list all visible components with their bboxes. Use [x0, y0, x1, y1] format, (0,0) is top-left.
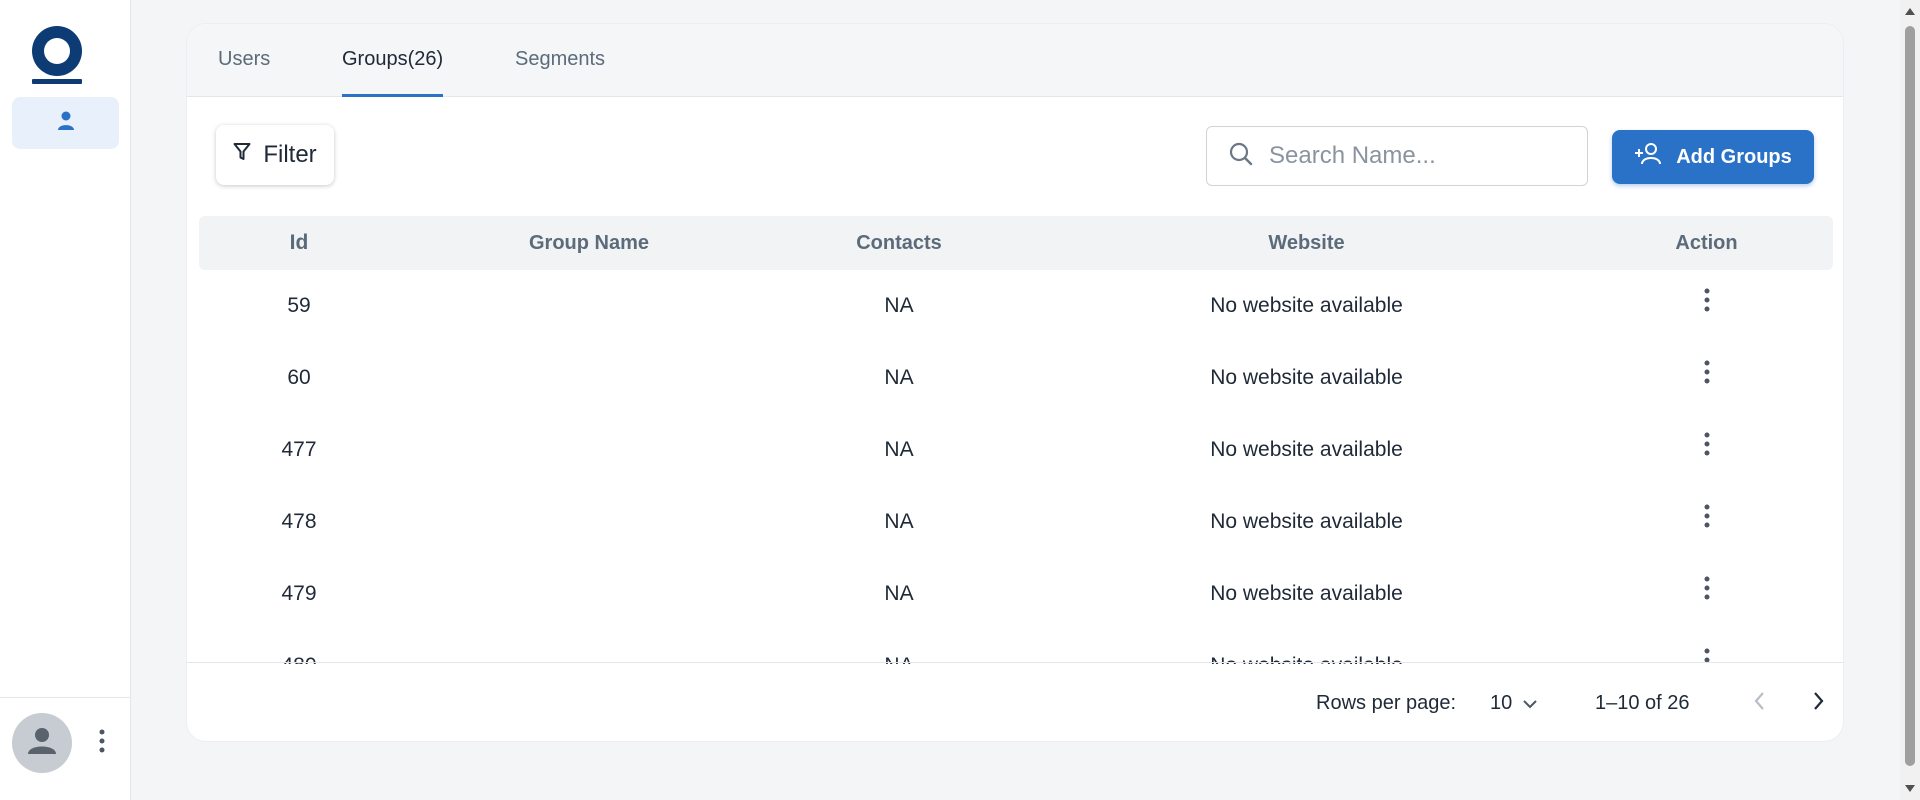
cell-contacts: NA — [884, 366, 914, 389]
cell-website: No website available — [1210, 582, 1403, 605]
cell-website: No website available — [1210, 366, 1403, 389]
table-row[interactable]: 480 NANo website available — [199, 630, 1833, 664]
cell-website: No website available — [1019, 630, 1594, 664]
search-input[interactable] — [1267, 141, 1571, 171]
cell-website: No website available — [1210, 294, 1403, 317]
previous-page-button[interactable] — [1743, 687, 1775, 719]
filter-button[interactable]: Filter — [216, 125, 334, 185]
row-action-button[interactable] — [1594, 558, 1819, 630]
row-action-button[interactable] — [1594, 414, 1819, 486]
cell-website: No website available — [1210, 438, 1403, 461]
person-icon — [57, 111, 75, 136]
cell-contacts: NA — [884, 294, 914, 317]
app-logo[interactable] — [32, 26, 82, 84]
table-row[interactable]: 478 NA No website available — [199, 486, 1833, 558]
column-header-action: Action — [1675, 232, 1738, 254]
cell-contacts: NA — [884, 438, 914, 461]
column-header-contacts[interactable]: Contacts — [779, 216, 1019, 270]
table-header: Id Group Name Contacts Website Action — [199, 216, 1833, 270]
cell-contacts: NA — [884, 510, 914, 533]
cell-group-name — [399, 270, 779, 342]
row-action-button[interactable] — [1594, 486, 1819, 558]
add-user-icon — [1634, 142, 1664, 172]
cell-group-name — [399, 414, 779, 486]
more-vertical-icon — [1704, 630, 1710, 664]
logo-ring — [32, 26, 82, 76]
page-scrollbar-thumb[interactable] — [1905, 26, 1915, 766]
scroll-down-arrow-icon[interactable] — [1904, 784, 1916, 794]
groups-card: Users Groups(26) Segments Filter Search … — [186, 23, 1844, 742]
chevron-down-icon — [1522, 692, 1538, 715]
column-header-group-name[interactable]: Group Name — [399, 216, 779, 270]
tab-bar: Users Groups(26) Segments — [187, 24, 1843, 97]
chevron-left-icon — [1753, 691, 1765, 716]
more-vertical-icon — [1704, 486, 1710, 558]
cell-website: No website available — [1210, 510, 1403, 533]
table-row[interactable]: 477 NA No website available — [199, 414, 1833, 486]
more-vertical-icon — [99, 729, 105, 758]
more-vertical-icon — [1704, 414, 1710, 486]
tab-groups[interactable]: Groups(26) — [342, 24, 444, 97]
more-vertical-icon — [1704, 558, 1710, 630]
cell-id: 60 — [287, 366, 311, 389]
groups-table: Id Group Name Contacts Website Action 59… — [199, 216, 1833, 664]
rows-per-page-select[interactable]: 10 — [1490, 663, 1538, 741]
add-groups-button[interactable]: Add Groups — [1612, 130, 1814, 184]
cell-group-name — [399, 630, 779, 664]
column-header-website[interactable]: Website — [1019, 216, 1594, 270]
row-action-button[interactable] — [1594, 342, 1819, 414]
chevron-right-icon — [1813, 691, 1825, 716]
add-groups-label: Add Groups — [1676, 145, 1792, 168]
user-avatar-icon — [24, 723, 60, 764]
avatar[interactable] — [12, 713, 72, 773]
cell-id: 480 — [199, 630, 399, 664]
filter-icon — [233, 141, 251, 169]
pagination-bar: Rows per page: 10 1–10 of 26 — [187, 662, 1843, 741]
cell-group-name — [399, 342, 779, 414]
sidebar-footer — [0, 697, 131, 800]
table-row[interactable]: 479 NA No website available — [199, 558, 1833, 630]
cell-contacts: NA — [884, 582, 914, 605]
rows-per-page-value: 10 — [1490, 691, 1513, 714]
table-row[interactable]: 59 NA No website available — [199, 270, 1833, 342]
sidebar-item-users[interactable] — [12, 97, 119, 149]
search-box[interactable] — [1206, 126, 1588, 186]
filter-label: Filter — [263, 141, 317, 168]
more-vertical-icon — [1704, 342, 1710, 414]
next-page-button[interactable] — [1803, 687, 1835, 719]
cell-id: 478 — [281, 510, 317, 533]
rows-per-page-label: Rows per page: — [1316, 692, 1457, 714]
cell-contacts: NA — [779, 630, 1019, 664]
cell-group-name — [399, 558, 779, 630]
pagination-range: 1–10 of 26 — [1595, 692, 1690, 714]
tab-users[interactable]: Users — [218, 24, 270, 97]
table-body: 59 NA No website available 60 NA No website a… — [199, 270, 1833, 664]
row-action-button[interactable] — [1594, 630, 1819, 664]
cell-id: 479 — [281, 582, 317, 605]
more-vertical-icon — [1704, 270, 1710, 342]
cell-id: 59 — [287, 294, 311, 317]
table-row[interactable]: 60 NA No website available — [199, 342, 1833, 414]
column-header-id[interactable]: Id — [199, 216, 399, 270]
logo-bar — [32, 79, 82, 84]
cell-group-name — [399, 486, 779, 558]
page-scrollbar[interactable] — [1900, 0, 1920, 800]
search-icon — [1229, 142, 1253, 171]
user-menu-button[interactable] — [92, 728, 112, 758]
tab-segments[interactable]: Segments — [515, 24, 605, 97]
sidebar — [0, 0, 131, 800]
scroll-up-arrow-icon[interactable] — [1904, 6, 1916, 16]
row-action-button[interactable] — [1594, 270, 1819, 342]
cell-id: 477 — [281, 438, 317, 461]
